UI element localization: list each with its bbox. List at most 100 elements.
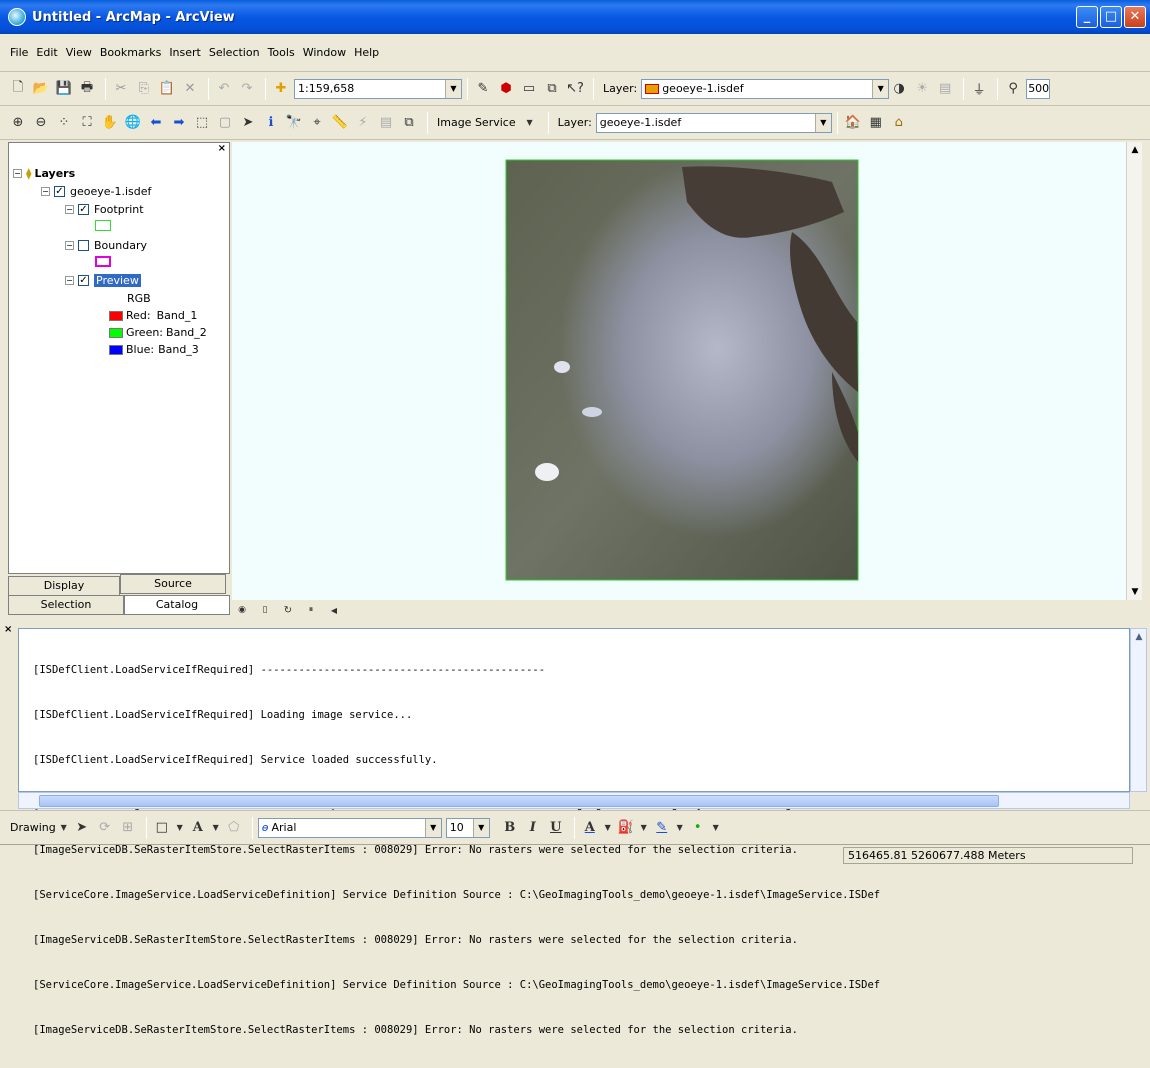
maximize-button[interactable]: □ bbox=[1100, 6, 1122, 28]
menu-help[interactable]: Help bbox=[354, 46, 379, 59]
delete-icon[interactable]: ✕ bbox=[180, 79, 200, 99]
back-extent-icon[interactable]: ⬅ bbox=[146, 113, 166, 133]
menu-view[interactable]: View bbox=[66, 46, 92, 59]
transparency-icon[interactable]: ▤ bbox=[935, 79, 955, 99]
redo-icon[interactable]: ↷ bbox=[237, 79, 257, 99]
select-elements-icon[interactable]: ➤ bbox=[72, 818, 92, 838]
collapse-icon[interactable]: − bbox=[41, 187, 50, 196]
flicker-icon[interactable]: ⚲ bbox=[1003, 79, 1023, 99]
zoom-whole-page-icon[interactable]: ⊞ bbox=[118, 818, 138, 838]
go-to-xy-icon[interactable]: ⌖ bbox=[307, 113, 327, 133]
menu-file[interactable]: File bbox=[10, 46, 28, 59]
tab-catalog[interactable]: Catalog bbox=[124, 595, 230, 615]
html-popup-icon[interactable]: ▤ bbox=[376, 113, 396, 133]
new-document-icon[interactable]: 🗋 bbox=[8, 79, 28, 99]
cut-icon[interactable]: ✂ bbox=[111, 79, 131, 99]
chevron-down-icon[interactable]: ▼ bbox=[59, 818, 69, 838]
save-icon[interactable]: 💾 bbox=[54, 79, 74, 99]
layer-visibility-checkbox[interactable]: ✓ bbox=[54, 186, 65, 197]
collapse-icon[interactable]: − bbox=[65, 241, 74, 250]
minimize-button[interactable]: _ bbox=[1076, 6, 1098, 28]
new-text-icon[interactable]: A bbox=[188, 818, 208, 838]
footprint-checkbox[interactable]: ✓ bbox=[78, 204, 89, 215]
rotate-icon[interactable]: ⟳ bbox=[95, 818, 115, 838]
scroll-left-icon[interactable]: ◀ bbox=[324, 600, 344, 620]
table-icon[interactable]: ▦ bbox=[866, 113, 886, 133]
scroll-up-icon[interactable]: ▲ bbox=[1127, 142, 1143, 158]
fixed-zoom-out-icon[interactable]: ⛶ bbox=[77, 113, 97, 133]
measure-icon[interactable]: 📏 bbox=[330, 113, 350, 133]
image-service-menu[interactable]: Image Service bbox=[437, 116, 516, 129]
pause-drawing-icon[interactable]: ⏸ bbox=[301, 600, 321, 620]
whats-this-icon[interactable]: ↖? bbox=[565, 79, 585, 99]
chevron-down-icon[interactable]: ▼ bbox=[675, 818, 685, 838]
arctoolbox-icon[interactable]: ⬢ bbox=[496, 79, 516, 99]
italic-button[interactable]: I bbox=[523, 818, 543, 838]
editor-toolbar-icon[interactable]: ✎ bbox=[473, 79, 493, 99]
menu-edit[interactable]: Edit bbox=[36, 46, 57, 59]
preview-checkbox[interactable]: ✓ bbox=[78, 275, 89, 286]
collapse-icon[interactable]: − bbox=[65, 205, 74, 214]
forward-extent-icon[interactable]: ➡ bbox=[169, 113, 189, 133]
catalog-icon[interactable]: ⌂ bbox=[889, 113, 909, 133]
drawing-menu[interactable]: Drawing bbox=[10, 821, 56, 834]
chevron-down-icon[interactable]: ▼ bbox=[520, 113, 540, 133]
collapse-icon[interactable]: − bbox=[13, 169, 22, 178]
console-vertical-scrollbar[interactable]: ▲ bbox=[1130, 628, 1147, 792]
toc-footprint-label[interactable]: Footprint bbox=[94, 203, 144, 216]
zoom-in-icon[interactable]: ⊕ bbox=[8, 113, 28, 133]
close-toc-icon[interactable]: × bbox=[218, 143, 226, 154]
toc-preview-label[interactable]: Preview bbox=[94, 274, 141, 287]
menu-window[interactable]: Window bbox=[303, 46, 346, 59]
rectangle-icon[interactable]: □ bbox=[152, 818, 172, 838]
toc-boundary-label[interactable]: Boundary bbox=[94, 239, 147, 252]
select-features-icon[interactable]: ⬚ bbox=[192, 113, 212, 133]
bold-button[interactable]: B bbox=[500, 818, 520, 838]
close-button[interactable]: ✕ bbox=[1124, 6, 1146, 28]
collapse-icon[interactable]: − bbox=[65, 276, 74, 285]
chevron-down-icon[interactable]: ▼ bbox=[603, 818, 613, 838]
hyperlink-icon[interactable]: ⚡ bbox=[353, 113, 373, 133]
tab-source[interactable]: Source bbox=[120, 574, 226, 594]
boundary-checkbox[interactable] bbox=[78, 240, 89, 251]
swipe-icon[interactable]: ⏚ bbox=[969, 79, 989, 99]
fixed-zoom-in-icon[interactable]: ⁘ bbox=[54, 113, 74, 133]
chevron-down-icon[interactable]: ▼ bbox=[639, 818, 649, 838]
toc-layer-label[interactable]: geoeye-1.isdef bbox=[70, 185, 151, 198]
refresh-icon[interactable]: ↻ bbox=[278, 600, 298, 620]
font-name-combo[interactable]: ɵ Arial ▼ bbox=[257, 817, 442, 838]
marker-color-icon[interactable]: • bbox=[688, 818, 708, 838]
undo-icon[interactable]: ↶ bbox=[214, 79, 234, 99]
tab-display[interactable]: Display bbox=[8, 576, 120, 596]
menu-insert[interactable]: Insert bbox=[169, 46, 201, 59]
clear-selection-icon[interactable]: ▢ bbox=[215, 113, 235, 133]
overview-window-icon[interactable]: ⧉ bbox=[399, 113, 419, 133]
data-view-icon[interactable]: ◉ bbox=[232, 600, 252, 620]
tab-selection[interactable]: Selection bbox=[8, 595, 124, 615]
map-vertical-scrollbar[interactable]: ▲ ▼ bbox=[1126, 142, 1142, 600]
console-horizontal-scrollbar[interactable] bbox=[18, 792, 1130, 809]
close-console-icon[interactable]: × bbox=[4, 624, 12, 635]
copy-icon[interactable]: ⎘ bbox=[134, 79, 154, 99]
chevron-down-icon[interactable]: ▼ bbox=[711, 818, 721, 838]
font-size-combo[interactable]: 10 ▼ bbox=[445, 817, 490, 838]
fill-color-icon[interactable]: ⛽ bbox=[616, 818, 636, 838]
scroll-thumb[interactable] bbox=[39, 795, 999, 807]
full-extent-icon[interactable]: 🌐 bbox=[123, 113, 143, 133]
layout-view-icon[interactable]: ▯ bbox=[255, 600, 275, 620]
effects-layer-combo[interactable]: geoeye-1.isdef ▼ bbox=[641, 78, 890, 99]
service-properties-icon[interactable]: 🏠 bbox=[843, 113, 863, 133]
chevron-down-icon[interactable]: ▼ bbox=[211, 818, 221, 838]
menu-tools[interactable]: Tools bbox=[268, 46, 295, 59]
scroll-down-icon[interactable]: ▼ bbox=[1127, 584, 1143, 600]
brightness-icon[interactable]: ☀ bbox=[912, 79, 932, 99]
line-color-icon[interactable]: ✎ bbox=[652, 818, 672, 838]
model-builder-icon[interactable]: ⧉ bbox=[542, 79, 562, 99]
select-elements-icon[interactable]: ➤ bbox=[238, 113, 258, 133]
menu-selection[interactable]: Selection bbox=[209, 46, 260, 59]
add-data-icon[interactable]: ✚ bbox=[271, 79, 291, 99]
print-icon[interactable]: 🖶 bbox=[77, 79, 97, 99]
font-color-icon[interactable]: A bbox=[580, 818, 600, 838]
map-view[interactable] bbox=[232, 142, 1126, 600]
toc-root-label[interactable]: Layers bbox=[34, 167, 75, 180]
